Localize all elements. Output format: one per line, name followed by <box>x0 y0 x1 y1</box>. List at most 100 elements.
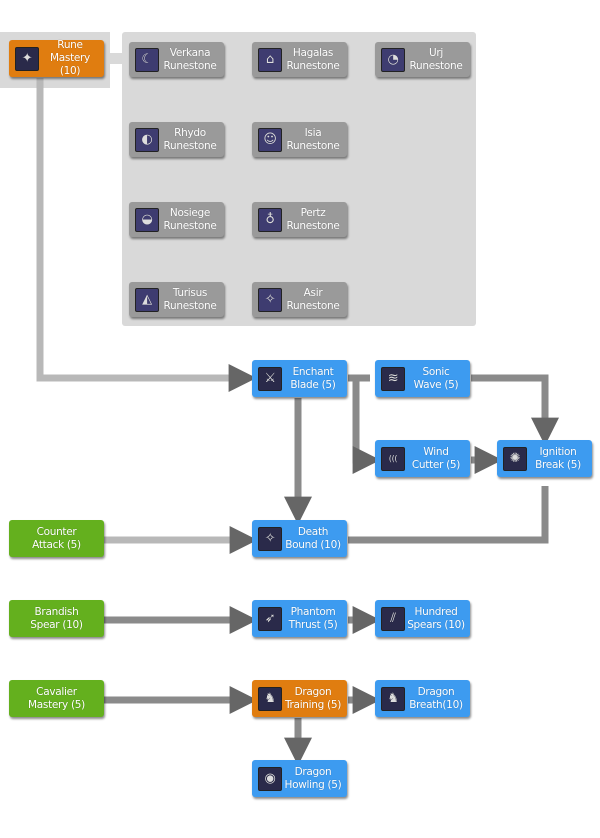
isia-icon: ☺ <box>258 127 282 152</box>
skill-label-line: Counter <box>36 525 77 538</box>
dragon-howling-icon: ◉ <box>258 766 282 791</box>
skill-label-line: Spear (10) <box>30 618 83 631</box>
skill-label-line: Hagalas <box>292 46 334 59</box>
skill-label: Enchant Blade (5) <box>282 366 344 392</box>
skill-node-brandish-spear[interactable]: Brandish Spear (10) <box>9 600 104 637</box>
skill-label-line: Cavalier <box>36 685 77 698</box>
skill-label-line: Runestone <box>163 299 217 312</box>
skill-node-pertz[interactable]: ♁ Pertz Runestone <box>252 202 347 237</box>
skill-label-line: Runestone <box>163 59 217 72</box>
skill-node-cavalier-mastery[interactable]: Cavalier Mastery (5) <box>9 680 104 717</box>
turisus-icon: ◭ <box>135 287 159 312</box>
skill-node-isia[interactable]: ☺ Isia Runestone <box>252 122 347 157</box>
skill-label-line: Turisus <box>172 286 208 299</box>
skill-label-line: Cutter (5) <box>411 458 461 471</box>
skill-label: Verkana Runestone <box>159 47 221 73</box>
skill-label-line: Phantom <box>290 605 336 618</box>
wind-cutter-icon: ((( <box>381 446 405 471</box>
skill-node-hagalas[interactable]: ⌂ Hagalas Runestone <box>252 42 347 77</box>
skill-label-line: Dragon <box>294 765 332 778</box>
skill-node-phantom-thrust[interactable]: ➶ Phantom Thrust (5) <box>252 600 347 637</box>
skill-label: Rhydo Runestone <box>159 127 221 153</box>
skill-label: Sonic Wave (5) <box>405 366 467 392</box>
line-enchant-to-wind <box>352 378 381 474</box>
skill-label: Nosiege Runestone <box>159 207 221 233</box>
sonic-wave-icon: ≋ <box>381 366 405 391</box>
skill-label-line: Runestone <box>286 219 340 232</box>
skill-label-line: Howling (5) <box>284 778 342 791</box>
skill-label-line: Brandish <box>34 605 79 618</box>
line-death-to-ignition <box>348 486 549 544</box>
skill-label: Ignition Break (5) <box>527 446 589 472</box>
skill-label: Dragon Howling (5) <box>282 766 344 792</box>
skill-label-line: Verkana <box>169 46 211 59</box>
skill-label: Rune Mastery (10) <box>39 39 101 78</box>
skill-label: Counter Attack (5) <box>12 526 101 552</box>
skill-label-line: Training (5) <box>284 698 342 711</box>
skill-label-line: Ignition <box>539 445 577 458</box>
skill-node-sonic-wave[interactable]: ≋ Sonic Wave (5) <box>375 360 470 397</box>
skill-label-line: Thrust (5) <box>288 618 338 631</box>
urj-icon: ◔ <box>381 47 405 72</box>
skill-label-line: Mastery (5) <box>28 698 85 711</box>
skill-node-death-bound[interactable]: ✧ Death Bound (10) <box>252 520 347 557</box>
skill-node-verkana[interactable]: ☾ Verkana Runestone <box>129 42 224 77</box>
skill-node-asir[interactable]: ✧ Asir Runestone <box>252 282 347 317</box>
skill-node-hundred-spears[interactable]: ⫽ Hundred Spears (10) <box>375 600 470 637</box>
hundred-spears-icon: ⫽ <box>381 606 405 631</box>
skill-label-line: Wind <box>423 445 449 458</box>
skill-label-line: Pertz <box>300 206 326 219</box>
skill-label-line: Sonic <box>422 365 450 378</box>
ignition-break-icon: ✺ <box>503 446 527 471</box>
skill-label-line: Rune <box>57 39 83 51</box>
skill-label: Phantom Thrust (5) <box>282 606 344 632</box>
skill-label: Brandish Spear (10) <box>12 606 101 632</box>
skill-node-wind-cutter[interactable]: (((Wind Cutter (5) <box>375 440 470 477</box>
skill-label: Urj Runestone <box>405 47 467 73</box>
skill-label: Dragon Breath(10) <box>405 686 467 712</box>
skill-label: Pertz Runestone <box>282 207 344 233</box>
skill-label-line: Nosiege <box>169 206 211 219</box>
skill-node-counter-attack[interactable]: Counter Attack (5) <box>9 520 104 557</box>
death-bound-icon: ✧ <box>258 526 282 551</box>
skill-label: Asir Runestone <box>282 287 344 313</box>
asir-icon: ✧ <box>258 287 282 312</box>
skill-label: Isia Runestone <box>282 127 344 153</box>
hagalas-icon: ⌂ <box>258 47 282 72</box>
skill-node-rhydo[interactable]: ◐ Rhydo Runestone <box>129 122 224 157</box>
skill-label-line: Runestone <box>409 59 463 72</box>
skill-node-rune-mastery[interactable]: ✦ Rune Mastery (10) <box>9 39 104 78</box>
skill-node-urj[interactable]: ◔ Urj Runestone <box>375 42 470 77</box>
verkana-icon: ☾ <box>135 47 159 72</box>
dragon-training-icon: ♞ <box>258 686 282 711</box>
skill-label-line: Urj <box>428 46 444 59</box>
skill-label-line: Mastery (10) <box>50 52 90 77</box>
skill-label: Hagalas Runestone <box>282 47 344 73</box>
dragon-breath-icon: ♞ <box>381 686 405 711</box>
pertz-icon: ♁ <box>258 207 282 232</box>
skill-node-dragon-howling[interactable]: ◉ Dragon Howling (5) <box>252 760 347 797</box>
skill-label-line: Enchant <box>292 365 334 378</box>
skill-label-line: Isia <box>304 126 322 139</box>
skill-label-line: Runestone <box>286 139 340 152</box>
skill-label: Dragon Training (5) <box>282 686 344 712</box>
skill-label-line: Break (5) <box>535 458 581 471</box>
skill-node-turisus[interactable]: ◭ Turisus Runestone <box>129 282 224 317</box>
skill-label-line: Hundred <box>414 605 458 618</box>
skill-node-ignition-break[interactable]: ✺ Ignition Break (5) <box>497 440 592 477</box>
skill-label-line: Asir <box>303 286 323 299</box>
skill-node-enchant-blade[interactable]: ⚔ Enchant Blade (5) <box>252 360 347 397</box>
nosiege-icon: ◒ <box>135 207 159 232</box>
line-sonic-to-ignition <box>471 374 559 446</box>
skill-label: Cavalier Mastery (5) <box>12 686 101 712</box>
skill-node-dragon-breath[interactable]: ♞ Dragon Breath(10) <box>375 680 470 717</box>
skill-node-nosiege[interactable]: ◒ Nosiege Runestone <box>129 202 224 237</box>
skill-label-line: Blade (5) <box>290 378 336 391</box>
skill-label-line: Runestone <box>163 219 217 232</box>
skill-node-dragon-training[interactable]: ♞ Dragon Training (5) <box>252 680 347 717</box>
skill-label-line: Dragon <box>417 685 455 698</box>
skill-label-line: Death <box>297 525 329 538</box>
skill-label: Hundred Spears (10) <box>405 606 467 632</box>
skill-label-line: Rhydo <box>174 126 206 139</box>
skill-label: Wind Cutter (5) <box>405 446 467 472</box>
